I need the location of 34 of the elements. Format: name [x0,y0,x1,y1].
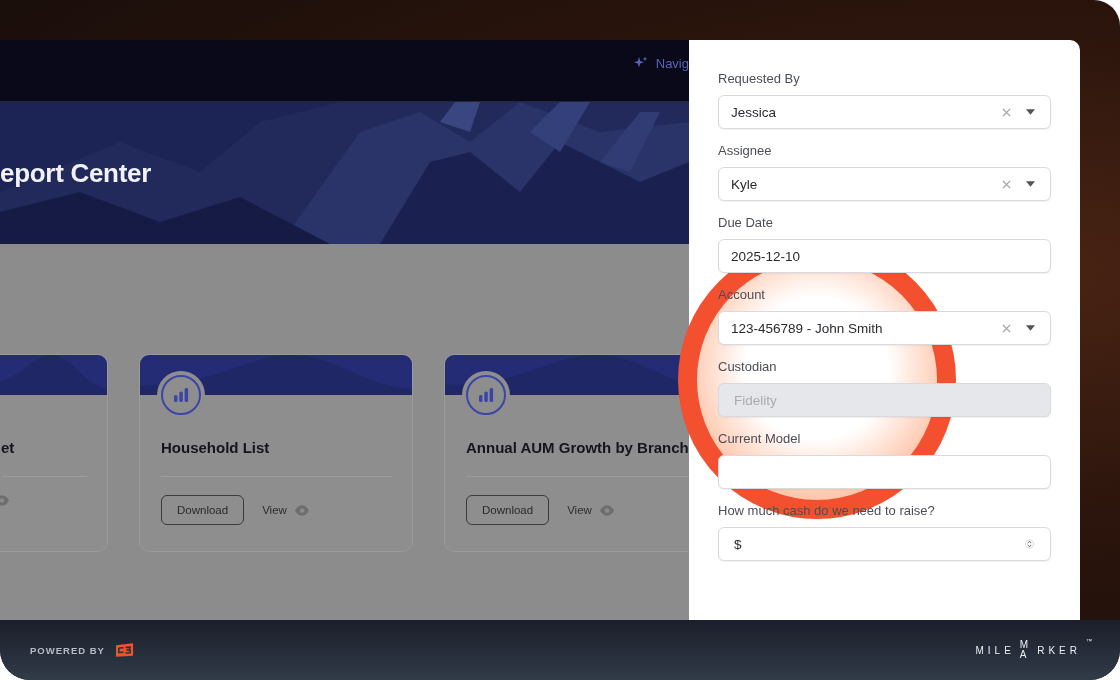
amount-field[interactable]: $ [718,527,1051,561]
select-field[interactable]: 123-456789 - John Smith [718,311,1051,345]
card-title: et [1,439,16,456]
field-label: Current Model [718,431,802,447]
stepper-icon[interactable] [1025,537,1034,551]
select-field[interactable]: Kyle [718,167,1051,201]
clear-icon[interactable] [1002,179,1011,189]
clear-icon[interactable] [1002,323,1011,333]
caret-icon[interactable] [1026,181,1035,187]
field-label: Assignee [718,143,773,159]
caret-icon[interactable] [1026,109,1035,115]
download-button[interactable]: Download [161,495,245,525]
caret-icon[interactable] [1026,325,1035,331]
clear-icon[interactable] [1002,107,1011,117]
view-link[interactable]: View [567,504,592,516]
powered-by-text: POWERED BY [30,644,105,656]
date-field[interactable]: 2025-12-10 [718,239,1051,273]
eye-icon[interactable] [599,504,614,516]
input-field[interactable] [718,455,1051,489]
page-title: eport Center [0,157,151,189]
view-link[interactable]: View [262,504,287,516]
field-label: Due Date [718,215,774,231]
input-field: Fidelity [718,383,1051,417]
logo-icon [114,643,134,657]
download-button[interactable]: Download [466,495,550,525]
field-label: Custodian [718,359,778,375]
field-label: Requested By [718,71,801,87]
chart-icon [161,375,201,415]
card-title: Household List [161,439,271,456]
eye-icon[interactable] [294,504,309,516]
chart-icon [466,375,506,415]
nav-link[interactable]: Navig [633,55,689,71]
card-title: Annual AUM Growth by Branch [466,439,689,456]
select-field[interactable]: Jessica [718,95,1051,129]
